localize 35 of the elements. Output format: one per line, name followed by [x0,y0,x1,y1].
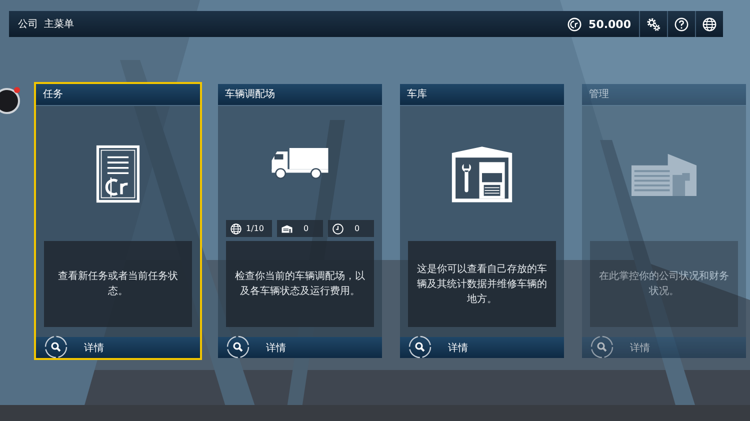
clock-icon [332,222,344,234]
stat-value: 1/10 [245,224,265,233]
garage-drawing [451,144,513,202]
profile-avatar[interactable] [0,88,20,114]
balance-amount: 50.000 [588,18,631,30]
help-icon [674,16,689,32]
stat-value: 0 [302,224,310,233]
description-text: 检查你当前的车辆调配场，以及各车辆状态及运行费用。 [234,270,366,299]
globe-icon [230,222,242,234]
card-title: 车库 [400,84,564,106]
menu-card[interactable]: 车辆调配场 1/10 0 0 检查你当前的车辆调配场，以及各车辆状态及运行费用。 详情 [218,84,382,358]
breadcrumb-text: 主菜单 [44,18,74,31]
search-icon [44,334,68,358]
garage-icon [281,222,293,234]
gear-icon [646,16,661,32]
stat-value: 0 [353,224,361,233]
menu-card[interactable]: 车库 这是你可以查看自己存放的车辆及其统计数据并维修车辆的地方。 详情 [400,84,564,358]
card-title: 管理 [582,84,746,106]
description-text: 这是你可以查看自己存放的车辆及其统计数据并维修车辆的地方。 [416,262,548,306]
globe-icon [702,16,717,32]
details-button[interactable]: 详情 [36,337,200,358]
truck-icon [270,146,330,180]
search-icon [590,334,614,358]
details-button[interactable]: 详情 [218,337,382,358]
coin-icon [566,16,582,32]
description-text: 在此掌控你的公司状况和财务状况。 [598,270,730,299]
description-text: 查看新任务或者当前任务状态。 [57,270,179,299]
menu-card[interactable]: 任务 查看新任务或者当前任务状态。 详情 [36,84,200,358]
search-icon [226,334,250,358]
search-icon [408,334,432,358]
breadcrumb-text: 公司 [18,18,38,31]
warehouse-icon [630,152,698,196]
details-button[interactable]: 详情 [400,337,564,358]
card-title: 任务 [36,84,200,106]
card-title: 车辆调配场 [218,84,382,106]
